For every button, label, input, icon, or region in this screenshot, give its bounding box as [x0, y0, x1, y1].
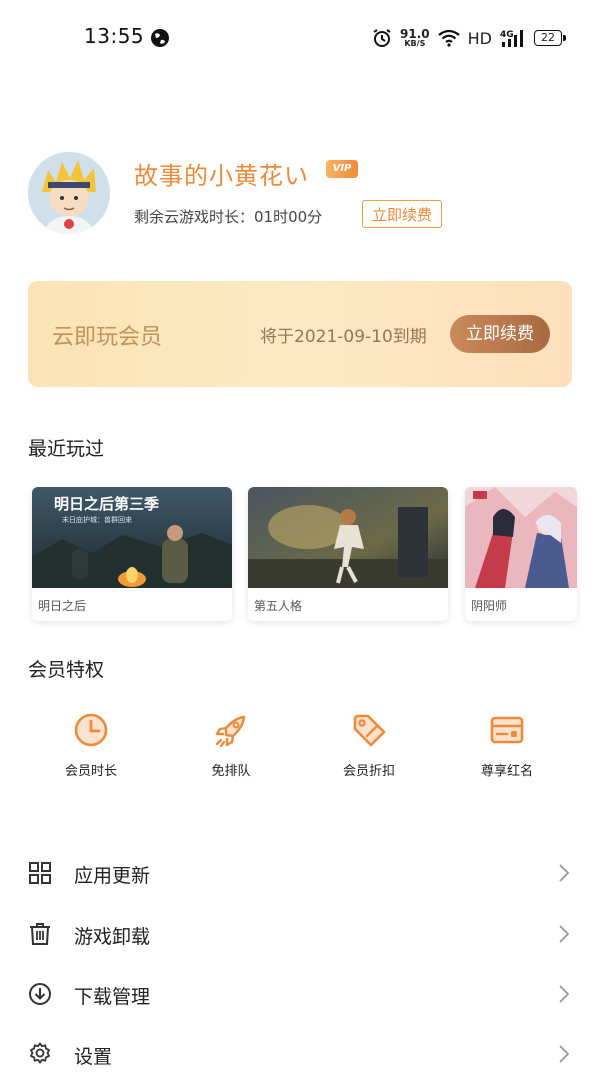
- game-cover-image: [465, 487, 577, 588]
- privilege-item-red-name[interactable]: 尊享红名: [452, 712, 562, 782]
- privilege-item-no-queue[interactable]: 免排队: [176, 712, 286, 782]
- battery-indicator: 22: [534, 30, 566, 46]
- privilege-item-duration[interactable]: 会员时长: [36, 712, 146, 782]
- privilege-item-discount[interactable]: 会员折扣: [314, 712, 424, 782]
- gear-icon: [30, 1042, 50, 1064]
- menu-item-app-update[interactable]: 应用更新: [0, 849, 600, 899]
- game-banner-title: 明日之后第三季: [54, 495, 159, 513]
- username: 故事的小黄花い: [134, 162, 309, 190]
- privileges-title: 会员特权: [28, 659, 105, 681]
- game-cover-image: 明日之后第三季 末日庇护城：兽群回来: [32, 487, 232, 588]
- renew-button-profile[interactable]: 立即续费: [362, 200, 442, 228]
- game-name: 明日之后: [38, 599, 87, 613]
- vip-badge: VIP: [326, 160, 358, 178]
- clock-icon: [74, 713, 108, 747]
- membership-card[interactable]: 云即玩会员 将于2021-09-10到期 立即续费: [28, 281, 572, 387]
- game-card[interactable]: 明日之后第三季 末日庇护城：兽群回来 明日之后: [32, 487, 232, 621]
- membership-title: 云即玩会员: [52, 325, 163, 350]
- privilege-label: 会员时长: [64, 764, 117, 779]
- menu-label: 应用更新: [74, 865, 151, 887]
- game-card[interactable]: 第五人格: [248, 487, 448, 621]
- game-name: 阴阳师: [471, 599, 508, 613]
- menu-label: 游戏卸载: [74, 926, 151, 948]
- menu-item-uninstall[interactable]: 游戏卸载: [0, 910, 600, 960]
- chevron-right-icon: [559, 864, 570, 882]
- profile-header: 故事的小黄花い VIP 剩余云游戏时长：01时00分 立即续费: [28, 152, 572, 236]
- menu-label: 下载管理: [74, 986, 151, 1008]
- chevron-right-icon: [559, 985, 570, 1003]
- net-speed: 91.0 KB/S: [400, 27, 430, 48]
- menu-label: 设置: [74, 1046, 113, 1068]
- signal-icon: 4G: [500, 30, 523, 47]
- menu-item-settings[interactable]: 设置: [0, 1030, 600, 1080]
- game-cover-image: [248, 487, 448, 588]
- trash-icon: [30, 923, 50, 945]
- privilege-label: 免排队: [211, 764, 251, 779]
- hd-label: HD: [467, 28, 492, 48]
- tag-icon: [353, 714, 386, 747]
- game-name: 第五人格: [254, 599, 303, 613]
- avatar-image: [28, 152, 110, 234]
- game-banner-subtitle: 末日庇护城：兽群回来: [62, 515, 132, 524]
- renew-button-membership[interactable]: 立即续费: [450, 315, 550, 353]
- chevron-right-icon: [559, 925, 570, 943]
- remaining-time: 剩余云游戏时长：01时00分: [134, 208, 323, 226]
- privilege-label: 尊享红名: [480, 764, 533, 779]
- card-icon: [490, 716, 524, 744]
- membership-expiry: 将于2021-09-10到期: [260, 327, 427, 347]
- status-indicators: 91.0 KB/S HD 4G 22: [372, 24, 566, 52]
- chevron-right-icon: [559, 1045, 570, 1063]
- alarm-icon: [373, 29, 391, 47]
- avatar[interactable]: [28, 152, 110, 234]
- status-bar: 13:55 91.0 KB/S HD 4G 22: [0, 0, 600, 76]
- globe-icon: [151, 29, 169, 47]
- status-time: 13:55: [84, 24, 145, 48]
- rocket-icon: [215, 715, 246, 748]
- network-type: 4G: [500, 30, 514, 40]
- game-card[interactable]: 阴阳师: [465, 487, 577, 621]
- recently-played-title: 最近玩过: [28, 438, 105, 460]
- wifi-icon: [437, 29, 460, 47]
- download-icon: [29, 983, 51, 1005]
- privilege-label: 会员折扣: [342, 764, 395, 779]
- grid-icon: [29, 862, 51, 884]
- menu-item-downloads[interactable]: 下载管理: [0, 970, 600, 1020]
